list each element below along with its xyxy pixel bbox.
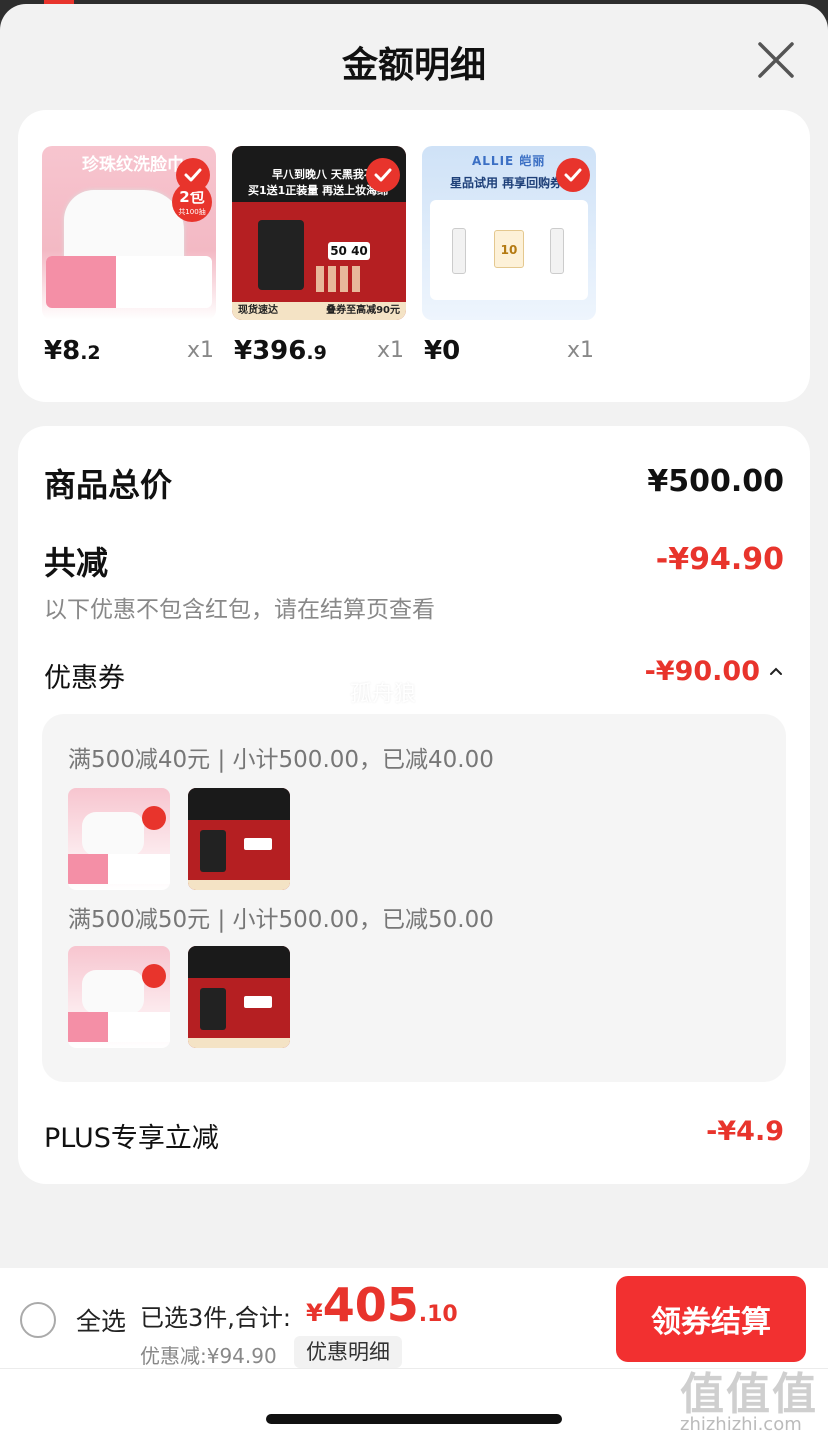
coupon-rule: 满500减50元 | 小计500.00，已减50.00	[68, 907, 494, 933]
discount-label: 共减	[44, 544, 109, 582]
amount-detail-sheet: 金额明细 珍珠纹洗脸巾 2包 共100抽 ¥8.2 x1 早八到晚八 天黑我不慌…	[0, 4, 828, 1438]
product-image-tissue: 珍珠纹洗脸巾 2包 共100抽	[42, 146, 216, 320]
product-list-card: 珍珠纹洗脸巾 2包 共100抽 ¥8.2 x1 早八到晚八 天黑我不慌 买1送1…	[18, 110, 810, 402]
close-icon[interactable]	[754, 38, 798, 82]
coupon-value: -¥90.00	[644, 656, 760, 687]
goods-total-label: 商品总价	[44, 466, 173, 504]
product-item[interactable]: ALLIE 皑丽 星品试用 再享回购券 10 ¥0 x1	[422, 146, 596, 366]
product-image-sunscreen: ALLIE 皑丽 星品试用 再享回购券 10	[422, 146, 596, 320]
product-image-foundation: 早八到晚八 天黑我不慌 买1送1正装量 再送上妆海绵 50 40 现货速达 叠券…	[232, 146, 406, 320]
product-item[interactable]: 珍珠纹洗脸巾 2包 共100抽 ¥8.2 x1	[42, 146, 216, 366]
product-item[interactable]: 早八到晚八 天黑我不慌 买1送1正装量 再送上妆海绵 50 40 现货速达 叠券…	[232, 146, 406, 366]
discount-summary: 优惠减:¥94.90	[140, 1344, 277, 1368]
discount-note: 以下优惠不包含红包，请在结算页查看	[44, 597, 435, 623]
product-qty: x1	[566, 338, 594, 363]
coupon-product-thumb-tissue	[68, 946, 170, 1048]
product-price: ¥8.2	[44, 336, 101, 366]
checkout-button[interactable]: 领券结算	[616, 1276, 806, 1362]
plus-discount-value: -¥4.9	[706, 1116, 784, 1147]
home-indicator[interactable]	[266, 1414, 562, 1424]
checkmark-icon[interactable]	[176, 158, 210, 192]
checkmark-icon[interactable]	[556, 158, 590, 192]
product-badge-sub: 共100抽	[178, 208, 206, 216]
site-watermark-logo: 值值值	[680, 1369, 818, 1420]
select-all-radio[interactable]	[20, 1302, 56, 1338]
product-qty: x1	[376, 338, 404, 363]
product-image-caption: 星品试用 再享回购券	[450, 176, 563, 190]
coupon-product-thumb-foundation	[188, 788, 290, 890]
product-image-caption-2: 买1送1正装量 再送上妆海绵	[248, 184, 389, 197]
coupon-detail-box: 满500减40元 | 小计500.00，已减40.00 满500减50元 | 小…	[42, 714, 786, 1082]
chevron-up-icon[interactable]	[768, 664, 784, 684]
product-qty: x1	[186, 338, 214, 363]
product-image-caption: 珍珠纹洗脸巾	[82, 155, 184, 175]
product-price: ¥396.9	[234, 336, 327, 366]
plus-discount-row: PLUS专享立减 -¥4.9	[44, 1116, 784, 1156]
coupon-product-thumb-tissue	[68, 788, 170, 890]
coupon-product-thumb-foundation	[188, 946, 290, 1048]
total-price: ¥405.10	[306, 1278, 458, 1332]
selected-count: 已选3件,合计:	[140, 1304, 291, 1332]
goods-total-value: ¥500.00	[647, 464, 784, 499]
product-image-brand: ALLIE 皑丽	[472, 154, 546, 168]
product-price: ¥0	[424, 336, 461, 366]
plus-discount-label: PLUS专享立减	[44, 1123, 219, 1154]
sheet-title: 金额明细	[341, 45, 486, 86]
product-image-footer-left: 现货速达	[238, 305, 278, 316]
discount-detail-button[interactable]: 优惠明细	[294, 1336, 402, 1368]
discount-row: 共减 -¥94.90	[44, 538, 784, 582]
goods-total-row: 商品总价 ¥500.00	[44, 460, 784, 504]
watermark-text: 孤舟狼	[350, 682, 417, 707]
select-all-label[interactable]: 全选	[76, 1302, 126, 1338]
checkmark-icon[interactable]	[366, 158, 400, 192]
site-watermark-url: zhizhizhi.com	[680, 1414, 802, 1435]
coupon-label: 优惠券	[44, 663, 125, 694]
coupon-rule: 满500减40元 | 小计500.00，已减40.00	[68, 747, 494, 773]
discount-value: -¥94.90	[655, 542, 784, 577]
checkout-bar: 全选 已选3件,合计: ¥405.10 优惠减:¥94.90 优惠明细 领券结算…	[0, 1268, 828, 1438]
price-summary-card: 商品总价 ¥500.00 共减 -¥94.90 以下优惠不包含红包，请在结算页查…	[18, 426, 810, 1184]
product-image-footer-right: 叠券至高减90元	[326, 305, 400, 316]
